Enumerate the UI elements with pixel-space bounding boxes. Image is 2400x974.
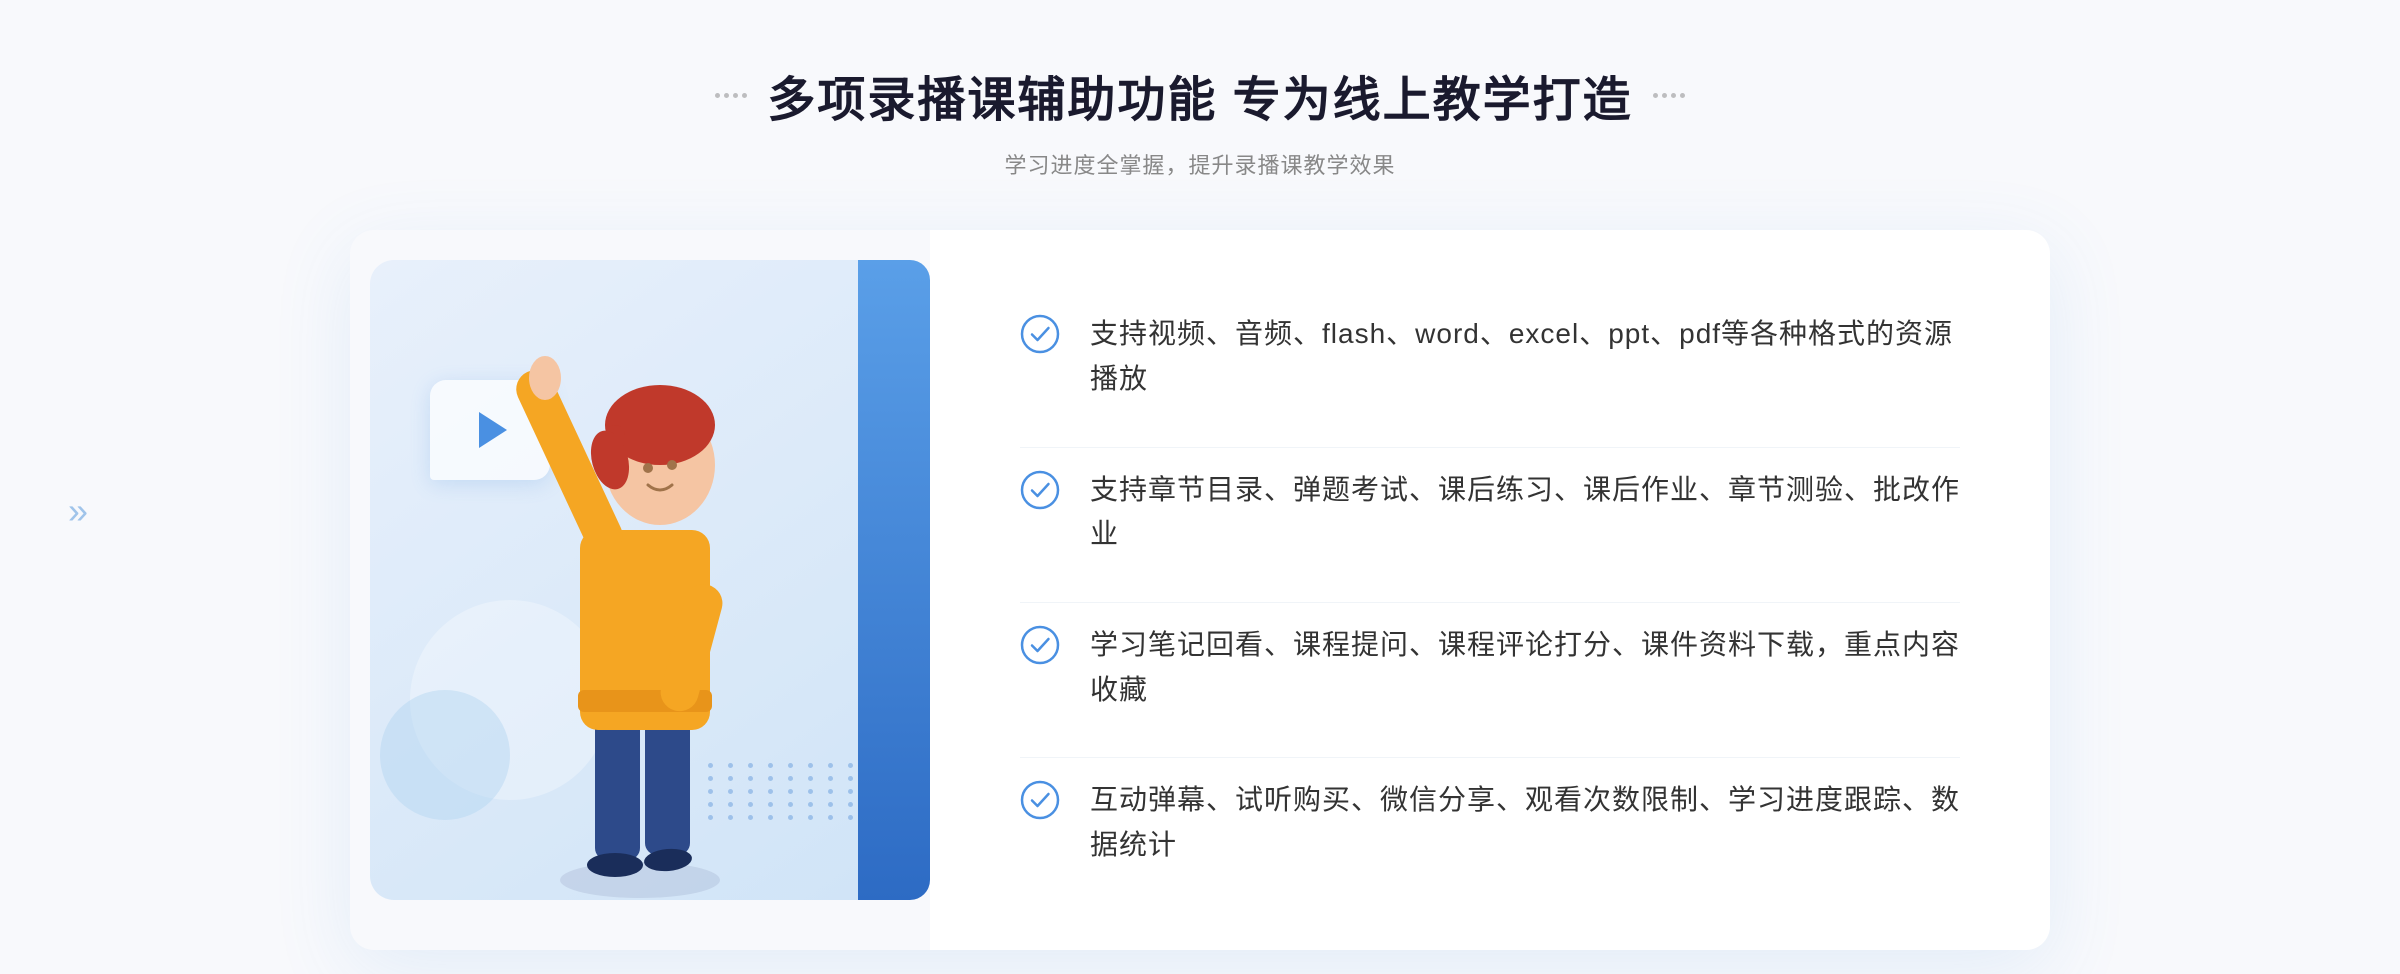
check-icon-4 (1020, 780, 1060, 820)
main-card: 支持视频、音频、flash、word、excel、ppt、pdf等各种格式的资源… (350, 230, 2050, 950)
check-icon-3 (1020, 625, 1060, 665)
feature-text-3: 学习笔记回看、课程提问、课程评论打分、课件资料下载，重点内容收藏 (1090, 623, 1960, 713)
blue-side-stripe (858, 260, 930, 900)
feature-item-1: 支持视频、音频、flash、word、excel、ppt、pdf等各种格式的资源… (1020, 292, 1960, 422)
feature-text-1: 支持视频、音频、flash、word、excel、ppt、pdf等各种格式的资源… (1090, 312, 1960, 402)
title-row: 多项录播课辅助功能 专为线上教学打造 (715, 60, 1684, 130)
content-panel: 支持视频、音频、flash、word、excel、ppt、pdf等各种格式的资源… (930, 230, 2050, 950)
illustration-panel (350, 230, 930, 950)
page-subtitle: 学习进度全掌握，提升录播课教学效果 (715, 148, 1684, 180)
feature-item-4: 互动弹幕、试听购买、微信分享、观看次数限制、学习进度跟踪、数据统计 (1020, 757, 1960, 888)
title-deco-right (1653, 93, 1685, 98)
page-wrapper: » 多项录播课辅助功能 专为线上教学打造 学习进度全掌握，提升录播课教学效果 (0, 0, 2400, 974)
feature-item-2: 支持章节目录、弹题考试、课后练习、课后作业、章节测验、批改作业 (1020, 447, 1960, 578)
feature-item-3: 学习笔记回看、课程提问、课程评论打分、课件资料下载，重点内容收藏 (1020, 602, 1960, 733)
feature-text-2: 支持章节目录、弹题考试、课后练习、课后作业、章节测验、批改作业 (1090, 468, 1960, 558)
page-title: 多项录播课辅助功能 专为线上教学打造 (767, 60, 1632, 130)
title-deco-left (715, 93, 747, 98)
chevron-left-decoration: » (68, 490, 88, 532)
check-icon-2 (1020, 470, 1060, 510)
features-container: 支持视频、音频、flash、word、excel、ppt、pdf等各种格式的资源… (930, 230, 2050, 950)
feature-text-4: 互动弹幕、试听购买、微信分享、观看次数限制、学习进度跟踪、数据统计 (1090, 778, 1960, 868)
illus-bg-card (370, 260, 890, 900)
header-section: 多项录播课辅助功能 专为线上教学打造 学习进度全掌握，提升录播课教学效果 (715, 60, 1684, 180)
check-icon-1 (1020, 314, 1060, 354)
person-illustration (450, 320, 830, 900)
